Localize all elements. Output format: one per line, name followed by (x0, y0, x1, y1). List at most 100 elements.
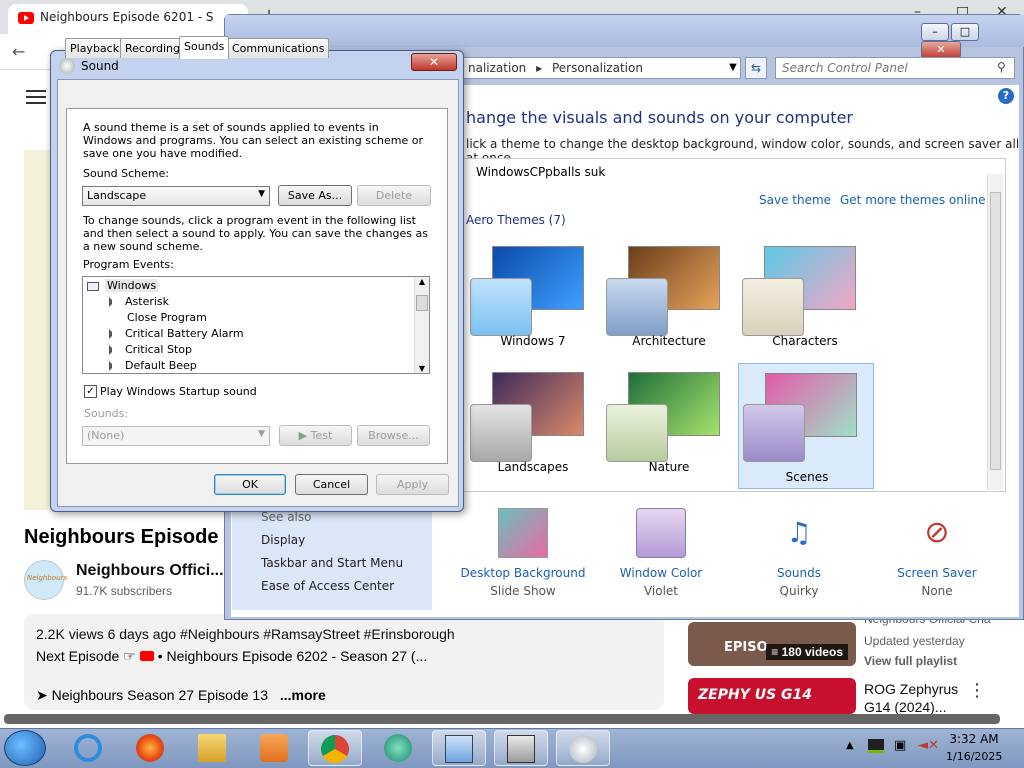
help-icon[interactable]: ? (998, 88, 1014, 104)
save-as-button[interactable]: Save As... (278, 185, 352, 206)
minimize-button[interactable]: – (921, 23, 949, 41)
refresh-icon[interactable]: ⇆ (745, 57, 767, 79)
theme-landscapes[interactable]: Landscapes (468, 366, 598, 484)
tab-playback[interactable]: Playback (65, 38, 125, 58)
window-color-label[interactable]: Window Color (596, 566, 726, 580)
tab-communications[interactable]: Communications (227, 38, 330, 58)
desktop-background-value: Slide Show (490, 584, 556, 598)
get-more-themes-link[interactable]: Get more themes online (840, 193, 986, 207)
sounds-label[interactable]: Sounds (734, 566, 864, 580)
list-item[interactable]: Close Program (127, 310, 207, 326)
scroll-down-icon[interactable]: ▼ (415, 364, 429, 373)
show-hidden-icons-icon[interactable]: ▲ (846, 740, 854, 751)
search-input[interactable]: Search Control Panel (775, 57, 1015, 79)
next-episode-link[interactable]: • Neighbours Episode 6202 - Season 27 (.… (158, 648, 428, 664)
taskbar-chat[interactable] (372, 730, 426, 766)
instructions-text: To change sounds, click a program event … (83, 214, 428, 253)
theme-windows-7[interactable]: Windows 7 (468, 240, 598, 358)
tab-recording[interactable]: Recording (120, 38, 186, 58)
sound-scheme-select[interactable]: Landscape ▼ (82, 186, 270, 206)
maximize-button[interactable]: □ (951, 23, 979, 41)
taskbar-firefox[interactable] (124, 730, 178, 766)
address-dropdown-icon[interactable]: ▼ (725, 57, 741, 79)
volume-muted-icon[interactable]: ◄✕ (918, 738, 939, 753)
save-theme-link[interactable]: Save theme (759, 193, 831, 207)
taskbar-start-menu-link[interactable]: Taskbar and Start Menu (261, 556, 403, 570)
description-line: ➤ Neighbours Season 27 Episode 13 ...mor… (36, 687, 326, 704)
tab-sounds[interactable]: Sounds (179, 36, 230, 59)
close-button[interactable]: ✕ (411, 53, 457, 71)
clock-time[interactable]: 3:32 AM (946, 732, 1002, 746)
breadcrumb-current[interactable]: Personalization (552, 61, 643, 75)
taskbar-media-player[interactable] (248, 730, 302, 766)
ease-of-access-link[interactable]: Ease of Access Center (261, 579, 394, 593)
sounds-label: Sounds: (84, 407, 129, 420)
search-icon[interactable]: ⚲ (997, 60, 1006, 74)
playlist-thumbnail[interactable]: EPISO ≡ 180 videos (688, 622, 856, 666)
video-thumbnail[interactable]: ZEPHY US G14 (688, 678, 856, 714)
scrollbar-thumb[interactable] (990, 192, 1001, 470)
apply-button[interactable]: Apply (376, 474, 449, 495)
scrollbar-thumb[interactable] (416, 295, 428, 311)
browse-button[interactable]: Browse... (357, 425, 430, 446)
channel-avatar[interactable]: Neighbours (24, 560, 67, 600)
desktop-background-label[interactable]: Desktop Background (458, 566, 588, 580)
theme-color-swatch (606, 278, 668, 336)
more-link[interactable]: ...more (280, 687, 326, 703)
menu-icon[interactable] (26, 90, 46, 104)
list-item[interactable]: Critical Stop (109, 342, 192, 358)
start-orb-icon[interactable] (4, 730, 46, 766)
sounds-select[interactable]: (None) ▼ (82, 426, 270, 446)
theme-color-swatch (742, 278, 804, 336)
back-icon[interactable]: ← (12, 42, 25, 61)
theme-scenes[interactable]: Scenes (738, 363, 874, 489)
sounds-setting[interactable]: ♫ Sounds Quirky (734, 508, 864, 600)
display-link[interactable]: Display (261, 533, 305, 547)
browser-tab[interactable]: Neighbours Episode 6201 - S (8, 4, 248, 34)
startup-sound-label[interactable]: Play Windows Startup sound (100, 385, 257, 398)
breadcrumb-parent[interactable]: nalization (468, 61, 526, 75)
control-panel-icon (445, 735, 473, 763)
address-bar[interactable]: nalization ▸ Personalization (461, 57, 741, 79)
test-button[interactable]: ▶ Test (279, 425, 352, 446)
delete-button[interactable]: Delete (357, 185, 431, 206)
window-titlebar[interactable]: – □✕ (225, 15, 1024, 59)
desktop-background-setting[interactable]: Desktop Background Slide Show (458, 508, 588, 600)
related-video-title[interactable]: ROG Zephyrus G14 (2024)... (864, 680, 958, 716)
horizontal-scrollbar[interactable] (4, 714, 1000, 724)
list-item[interactable]: Asterisk (109, 294, 169, 310)
themes-scrollbar[interactable] (987, 174, 1003, 490)
theme-architecture[interactable]: Architecture (604, 240, 734, 358)
list-item[interactable]: Default Beep (109, 358, 197, 374)
network-icon[interactable]: ▣ (894, 738, 906, 753)
startup-sound-checkbox[interactable]: ✓ (84, 385, 97, 398)
theme-characters[interactable]: Characters (740, 240, 870, 358)
nvidia-icon[interactable] (868, 739, 884, 753)
list-item[interactable]: Critical Battery Alarm (109, 326, 244, 342)
taskbar-control-panel[interactable] (432, 730, 486, 766)
events-scrollbar[interactable]: ▲ ▼ (414, 277, 429, 373)
ok-button[interactable]: OK (214, 474, 286, 495)
speaker-icon (109, 345, 117, 355)
scroll-up-icon[interactable]: ▲ (415, 277, 429, 286)
taskbar-network[interactable] (494, 730, 548, 766)
screen-saver-value: None (921, 584, 953, 598)
windows-group-icon (87, 281, 99, 291)
taskbar-chrome[interactable] (308, 730, 362, 766)
taskbar-sound[interactable] (556, 730, 610, 766)
channel-name[interactable]: Neighbours Offici... (76, 562, 224, 580)
taskbar-internet-explorer[interactable] (62, 730, 116, 766)
sound-icon (569, 735, 597, 763)
taskbar-file-explorer[interactable] (186, 730, 240, 766)
screen-saver-label[interactable]: Screen Saver (872, 566, 1002, 580)
program-events-list[interactable]: Windows Asterisk Close Program Critical … (82, 276, 430, 374)
view-full-playlist-link[interactable]: View full playlist (864, 654, 957, 668)
list-item[interactable]: Windows (87, 278, 159, 294)
cancel-button[interactable]: Cancel (295, 474, 368, 495)
more-options-icon[interactable]: ⋮ (968, 680, 986, 701)
window-color-setting[interactable]: Window Color Violet (596, 508, 726, 600)
theme-label: Characters (772, 334, 838, 348)
clock-date[interactable]: 1/16/2025 (946, 750, 1002, 763)
theme-nature[interactable]: Nature (604, 366, 734, 484)
screen-saver-setting[interactable]: ⊘ Screen Saver None (872, 508, 1002, 600)
